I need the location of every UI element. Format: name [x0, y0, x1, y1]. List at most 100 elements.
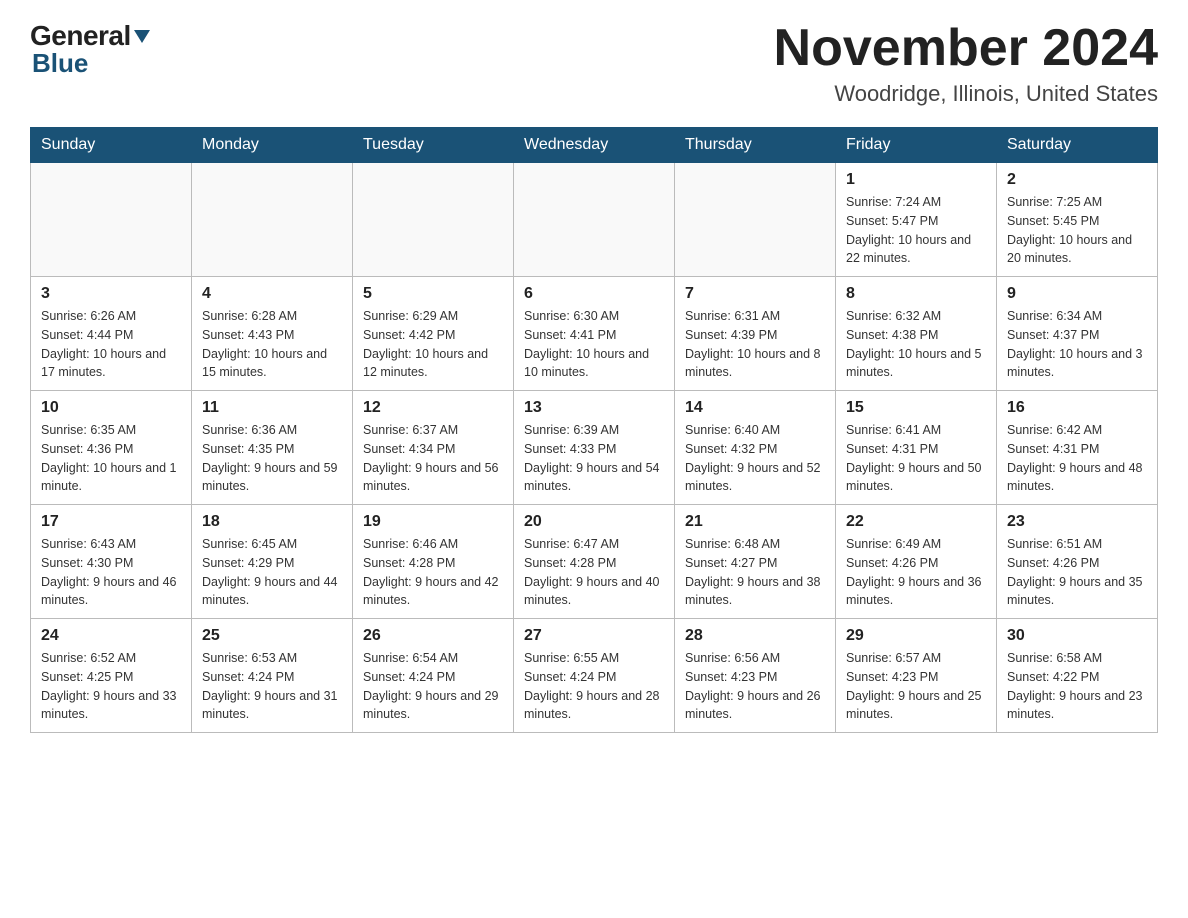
page-header: General Blue November 2024 Woodridge, Il… — [30, 20, 1158, 107]
calendar-day-cell: 22 Sunrise: 6:49 AM Sunset: 4:26 PM Dayli… — [836, 505, 997, 619]
calendar-day-cell: 10 Sunrise: 6:35 AM Sunset: 4:36 PM Dayli… — [31, 391, 192, 505]
day-of-week-header: Saturday — [997, 128, 1158, 163]
calendar-week-row: 24 Sunrise: 6:52 AM Sunset: 4:25 PM Dayli… — [31, 619, 1158, 733]
day-info: Sunrise: 6:32 AM Sunset: 4:38 PM Dayligh… — [846, 307, 986, 382]
day-of-week-header: Wednesday — [514, 128, 675, 163]
day-info: Sunrise: 6:48 AM Sunset: 4:27 PM Dayligh… — [685, 535, 825, 610]
calendar-day-cell: 12 Sunrise: 6:37 AM Sunset: 4:34 PM Dayli… — [353, 391, 514, 505]
day-number: 22 — [846, 513, 986, 531]
location-title: Woodridge, Illinois, United States — [774, 81, 1158, 107]
day-number: 6 — [524, 285, 664, 303]
day-number: 14 — [685, 399, 825, 417]
day-number: 19 — [363, 513, 503, 531]
calendar-week-row: 3 Sunrise: 6:26 AM Sunset: 4:44 PM Daylig… — [31, 277, 1158, 391]
calendar-day-cell: 29Sunrise: 6:57 AM Sunset: 4:23 PM Dayli… — [836, 619, 997, 733]
day-info: Sunrise: 6:42 AM Sunset: 4:31 PM Dayligh… — [1007, 421, 1147, 496]
calendar-day-cell: 9Sunrise: 6:34 AM Sunset: 4:37 PM Daylig… — [997, 277, 1158, 391]
day-info: Sunrise: 6:57 AM Sunset: 4:23 PM Dayligh… — [846, 649, 986, 724]
day-number: 27 — [524, 627, 664, 645]
calendar-day-cell: 4 Sunrise: 6:28 AM Sunset: 4:43 PM Daylig… — [192, 277, 353, 391]
day-number: 17 — [41, 513, 181, 531]
day-info: Sunrise: 6:26 AM Sunset: 4:44 PM Dayligh… — [41, 307, 181, 382]
day-of-week-header: Monday — [192, 128, 353, 163]
calendar-day-cell: 14 Sunrise: 6:40 AM Sunset: 4:32 PM Dayli… — [675, 391, 836, 505]
calendar-week-row: 10 Sunrise: 6:35 AM Sunset: 4:36 PM Dayli… — [31, 391, 1158, 505]
calendar-day-cell: 24 Sunrise: 6:52 AM Sunset: 4:25 PM Dayli… — [31, 619, 192, 733]
day-number: 3 — [41, 285, 181, 303]
day-number: 13 — [524, 399, 664, 417]
day-of-week-header: Tuesday — [353, 128, 514, 163]
day-info: Sunrise: 6:36 AM Sunset: 4:35 PM Dayligh… — [202, 421, 342, 496]
day-info: Sunrise: 6:35 AM Sunset: 4:36 PM Dayligh… — [41, 421, 181, 496]
calendar-day-cell: 26Sunrise: 6:54 AM Sunset: 4:24 PM Dayli… — [353, 619, 514, 733]
day-of-week-header: Sunday — [31, 128, 192, 163]
day-info: Sunrise: 7:24 AM Sunset: 5:47 PM Dayligh… — [846, 193, 986, 268]
days-of-week-row: SundayMondayTuesdayWednesdayThursdayFrid… — [31, 128, 1158, 163]
day-info: Sunrise: 6:54 AM Sunset: 4:24 PM Dayligh… — [363, 649, 503, 724]
day-number: 10 — [41, 399, 181, 417]
day-of-week-header: Friday — [836, 128, 997, 163]
logo: General Blue — [30, 20, 154, 79]
calendar-day-cell: 7 Sunrise: 6:31 AM Sunset: 4:39 PM Daylig… — [675, 277, 836, 391]
day-info: Sunrise: 6:41 AM Sunset: 4:31 PM Dayligh… — [846, 421, 986, 496]
day-number: 9 — [1007, 285, 1147, 303]
calendar-day-cell: 28Sunrise: 6:56 AM Sunset: 4:23 PM Dayli… — [675, 619, 836, 733]
day-info: Sunrise: 6:31 AM Sunset: 4:39 PM Dayligh… — [685, 307, 825, 382]
day-info: Sunrise: 6:46 AM Sunset: 4:28 PM Dayligh… — [363, 535, 503, 610]
calendar-day-cell: 27 Sunrise: 6:55 AM Sunset: 4:24 PM Dayli… — [514, 619, 675, 733]
calendar-day-cell: 30Sunrise: 6:58 AM Sunset: 4:22 PM Dayli… — [997, 619, 1158, 733]
calendar-day-cell: 17 Sunrise: 6:43 AM Sunset: 4:30 PM Dayli… — [31, 505, 192, 619]
calendar-day-cell: 1Sunrise: 7:24 AM Sunset: 5:47 PM Daylig… — [836, 163, 997, 277]
day-number: 18 — [202, 513, 342, 531]
calendar-day-cell — [353, 163, 514, 277]
day-number: 2 — [1007, 171, 1147, 189]
day-info: Sunrise: 6:39 AM Sunset: 4:33 PM Dayligh… — [524, 421, 664, 496]
day-number: 4 — [202, 285, 342, 303]
day-info: Sunrise: 6:47 AM Sunset: 4:28 PM Dayligh… — [524, 535, 664, 610]
day-number: 11 — [202, 399, 342, 417]
calendar-day-cell — [31, 163, 192, 277]
day-number: 16 — [1007, 399, 1147, 417]
day-number: 15 — [846, 399, 986, 417]
day-number: 20 — [524, 513, 664, 531]
calendar-day-cell — [514, 163, 675, 277]
calendar-day-cell: 6Sunrise: 6:30 AM Sunset: 4:41 PM Daylig… — [514, 277, 675, 391]
calendar-day-cell: 13 Sunrise: 6:39 AM Sunset: 4:33 PM Dayli… — [514, 391, 675, 505]
calendar-day-cell: 18 Sunrise: 6:45 AM Sunset: 4:29 PM Dayli… — [192, 505, 353, 619]
calendar-day-cell — [675, 163, 836, 277]
day-info: Sunrise: 6:55 AM Sunset: 4:24 PM Dayligh… — [524, 649, 664, 724]
day-number: 8 — [846, 285, 986, 303]
day-number: 28 — [685, 627, 825, 645]
calendar-day-cell: 11 Sunrise: 6:36 AM Sunset: 4:35 PM Dayli… — [192, 391, 353, 505]
calendar-day-cell: 2Sunrise: 7:25 AM Sunset: 5:45 PM Daylig… — [997, 163, 1158, 277]
day-number: 12 — [363, 399, 503, 417]
day-info: Sunrise: 6:37 AM Sunset: 4:34 PM Dayligh… — [363, 421, 503, 496]
calendar-day-cell: 8 Sunrise: 6:32 AM Sunset: 4:38 PM Daylig… — [836, 277, 997, 391]
day-number: 7 — [685, 285, 825, 303]
day-info: Sunrise: 6:58 AM Sunset: 4:22 PM Dayligh… — [1007, 649, 1147, 724]
calendar-day-cell: 23Sunrise: 6:51 AM Sunset: 4:26 PM Dayli… — [997, 505, 1158, 619]
calendar-day-cell: 20 Sunrise: 6:47 AM Sunset: 4:28 PM Dayli… — [514, 505, 675, 619]
day-number: 24 — [41, 627, 181, 645]
day-info: Sunrise: 6:53 AM Sunset: 4:24 PM Dayligh… — [202, 649, 342, 724]
day-info: Sunrise: 6:28 AM Sunset: 4:43 PM Dayligh… — [202, 307, 342, 382]
day-info: Sunrise: 6:40 AM Sunset: 4:32 PM Dayligh… — [685, 421, 825, 496]
calendar-day-cell: 16 Sunrise: 6:42 AM Sunset: 4:31 PM Dayli… — [997, 391, 1158, 505]
day-info: Sunrise: 6:52 AM Sunset: 4:25 PM Dayligh… — [41, 649, 181, 724]
day-info: Sunrise: 6:51 AM Sunset: 4:26 PM Dayligh… — [1007, 535, 1147, 610]
calendar-day-cell: 21 Sunrise: 6:48 AM Sunset: 4:27 PM Dayli… — [675, 505, 836, 619]
day-info: Sunrise: 6:43 AM Sunset: 4:30 PM Dayligh… — [41, 535, 181, 610]
logo-blue-text: Blue — [32, 48, 154, 79]
calendar-day-cell: 25 Sunrise: 6:53 AM Sunset: 4:24 PM Dayli… — [192, 619, 353, 733]
month-year-title: November 2024 — [774, 20, 1158, 77]
calendar-day-cell — [192, 163, 353, 277]
calendar-day-cell: 3 Sunrise: 6:26 AM Sunset: 4:44 PM Daylig… — [31, 277, 192, 391]
day-info: Sunrise: 6:29 AM Sunset: 4:42 PM Dayligh… — [363, 307, 503, 382]
calendar-day-cell: 19 Sunrise: 6:46 AM Sunset: 4:28 PM Dayli… — [353, 505, 514, 619]
logo-arrow-icon — [132, 26, 152, 46]
day-number: 25 — [202, 627, 342, 645]
day-number: 21 — [685, 513, 825, 531]
day-info: Sunrise: 6:49 AM Sunset: 4:26 PM Dayligh… — [846, 535, 986, 610]
day-info: Sunrise: 6:45 AM Sunset: 4:29 PM Dayligh… — [202, 535, 342, 610]
title-area: November 2024 Woodridge, Illinois, Unite… — [774, 20, 1158, 107]
